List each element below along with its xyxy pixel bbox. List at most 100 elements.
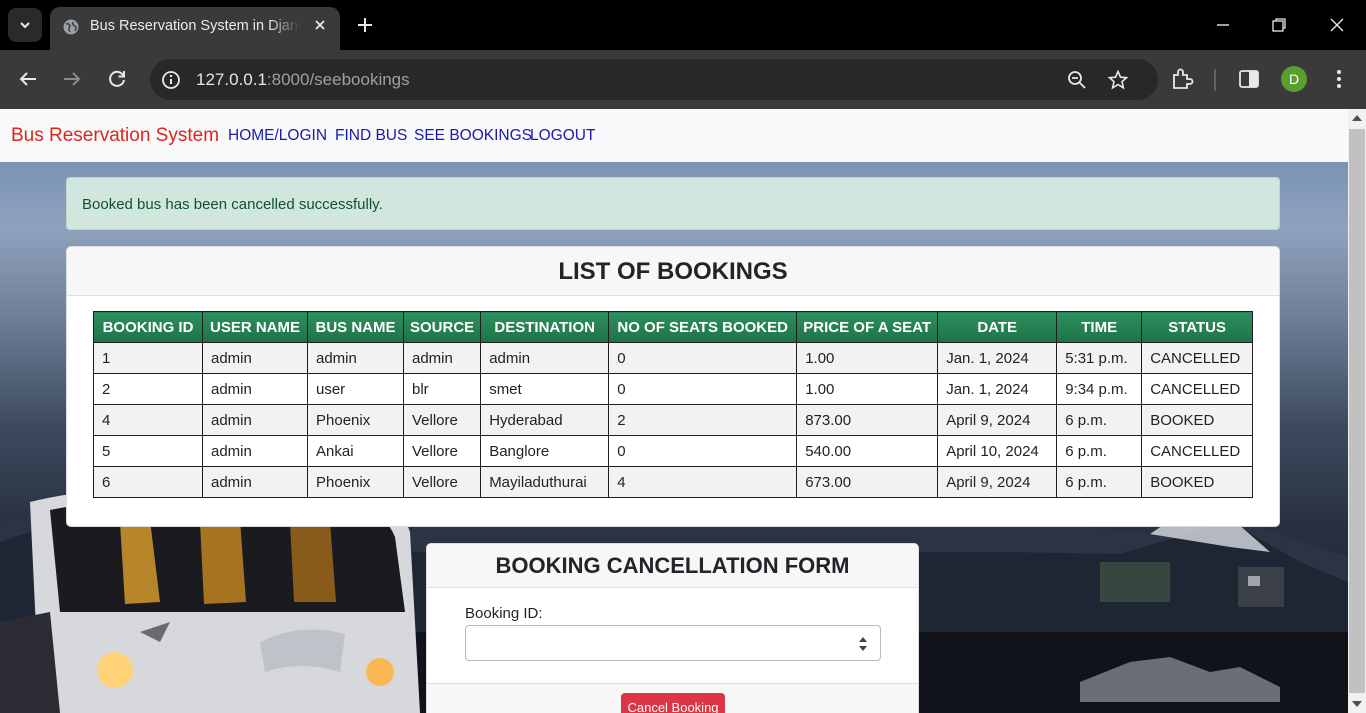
url-path: :8000/seebookings bbox=[266, 70, 410, 89]
scroll-down-arrow-icon[interactable] bbox=[1352, 701, 1362, 707]
browser-tab[interactable]: Bus Reservation System in Django bbox=[50, 7, 340, 50]
cell-booking-id: 1 bbox=[93, 342, 203, 374]
table-row: 2 admin user blr smet 0 1.00 Jan. 1, 202… bbox=[93, 373, 1253, 405]
cell-time: 6 p.m. bbox=[1056, 466, 1143, 498]
scrollbar-thumb[interactable] bbox=[1349, 129, 1365, 693]
cell-seats: 0 bbox=[608, 373, 798, 405]
minimize-icon[interactable] bbox=[1212, 14, 1234, 36]
back-arrow-icon[interactable] bbox=[16, 67, 40, 91]
cell-booking-id: 4 bbox=[93, 404, 203, 436]
cell-bus-name: user bbox=[307, 373, 404, 405]
column-header: PRICE OF A SEAT bbox=[796, 311, 939, 343]
page-scrollbar[interactable] bbox=[1348, 109, 1366, 713]
address-bar[interactable]: 127.0.0.1:8000/seebookings bbox=[150, 59, 1158, 100]
cell-seats: 2 bbox=[608, 404, 798, 436]
column-header: SOURCE bbox=[402, 311, 482, 343]
cell-source: Vellore bbox=[402, 435, 482, 467]
cell-status: CANCELLED bbox=[1141, 342, 1253, 374]
nav-link-find-bus[interactable]: FIND BUS bbox=[335, 127, 407, 145]
cell-source: Vellore bbox=[402, 466, 482, 498]
cell-user-name: admin bbox=[202, 435, 308, 467]
side-panel-icon[interactable] bbox=[1236, 66, 1262, 92]
cell-destination: admin bbox=[480, 342, 610, 374]
cell-destination: Hyderabad bbox=[480, 404, 610, 436]
cell-time: 5:31 p.m. bbox=[1056, 342, 1143, 374]
cell-status: CANCELLED bbox=[1141, 435, 1253, 467]
column-header: DESTINATION bbox=[480, 311, 610, 343]
cell-bus-name: Ankai bbox=[307, 435, 404, 467]
cancel-booking-button[interactable]: Cancel Booking bbox=[621, 693, 725, 713]
cell-time: 6 p.m. bbox=[1056, 435, 1143, 467]
cell-price: 673.00 bbox=[796, 466, 939, 498]
number-spinner-icon[interactable] bbox=[858, 634, 868, 654]
cell-booking-id: 6 bbox=[93, 466, 203, 498]
browser-toolbar: 127.0.0.1:8000/seebookings D bbox=[0, 50, 1366, 109]
cell-status: BOOKED bbox=[1141, 466, 1253, 498]
restore-icon[interactable] bbox=[1268, 14, 1290, 36]
table-row: 5 admin Ankai Vellore Banglore 0 540.00 … bbox=[93, 435, 1253, 467]
scroll-up-arrow-icon[interactable] bbox=[1352, 115, 1362, 121]
cell-user-name: admin bbox=[202, 373, 308, 405]
column-header: BOOKING ID bbox=[93, 311, 203, 343]
cell-destination: Banglore bbox=[480, 435, 610, 467]
cancellation-form-title: BOOKING CANCELLATION FORM bbox=[427, 544, 918, 588]
cell-user-name: admin bbox=[202, 466, 308, 498]
column-header: BUS NAME bbox=[307, 311, 404, 343]
cell-source: blr bbox=[402, 373, 482, 405]
forward-arrow-icon[interactable] bbox=[60, 67, 84, 91]
cell-source: admin bbox=[402, 342, 482, 374]
column-header: TIME bbox=[1056, 311, 1143, 343]
cell-seats: 4 bbox=[608, 466, 798, 498]
cell-bus-name: Phoenix bbox=[307, 466, 404, 498]
cell-source: Vellore bbox=[402, 404, 482, 436]
tab-search-button[interactable] bbox=[8, 8, 42, 42]
toolbar-separator bbox=[1214, 69, 1216, 91]
browser-tab-strip: Bus Reservation System in Django bbox=[0, 0, 1366, 50]
nav-link-logout[interactable]: LOGOUT bbox=[530, 127, 595, 145]
bookmark-star-icon[interactable] bbox=[1107, 69, 1129, 91]
cell-bus-name: admin bbox=[307, 342, 404, 374]
close-icon[interactable] bbox=[312, 17, 328, 33]
cell-price: 873.00 bbox=[796, 404, 939, 436]
cell-date: April 10, 2024 bbox=[937, 435, 1058, 467]
chevron-down-icon bbox=[20, 22, 30, 29]
cell-time: 6 p.m. bbox=[1056, 404, 1143, 436]
column-header: NO OF SEATS BOOKED bbox=[608, 311, 798, 343]
site-navbar: Bus Reservation System HOME/LOGIN FIND B… bbox=[0, 109, 1348, 162]
success-alert: Booked bus has been cancelled successful… bbox=[66, 177, 1280, 230]
nav-link-home-login[interactable]: HOME/LOGIN bbox=[228, 127, 327, 145]
brand-logo-text[interactable]: Bus Reservation System bbox=[11, 125, 219, 147]
nav-link-see-bookings[interactable]: SEE BOOKINGS bbox=[414, 127, 532, 145]
cell-date: Jan. 1, 2024 bbox=[937, 373, 1058, 405]
cell-date: April 9, 2024 bbox=[937, 466, 1058, 498]
zoom-icon[interactable] bbox=[1066, 69, 1088, 91]
column-header: DATE bbox=[937, 311, 1058, 343]
cell-date: Jan. 1, 2024 bbox=[937, 342, 1058, 374]
cell-destination: Mayiladuthurai bbox=[480, 466, 610, 498]
site-info-icon[interactable] bbox=[160, 69, 182, 91]
kebab-menu-icon[interactable] bbox=[1326, 66, 1352, 92]
globe-icon bbox=[63, 19, 79, 35]
cell-date: April 9, 2024 bbox=[937, 404, 1058, 436]
profile-avatar[interactable]: D bbox=[1281, 66, 1307, 92]
cell-price: 1.00 bbox=[796, 342, 939, 374]
window-close-icon[interactable] bbox=[1326, 14, 1348, 36]
tab-title: Bus Reservation System in Django bbox=[90, 18, 300, 34]
booking-id-label: Booking ID: bbox=[465, 605, 543, 622]
bookings-card: LIST OF BOOKINGS BOOKING ID USER NAME BU… bbox=[66, 246, 1280, 527]
new-tab-icon[interactable] bbox=[354, 14, 376, 36]
reload-icon[interactable] bbox=[105, 67, 129, 91]
cell-status: BOOKED bbox=[1141, 404, 1253, 436]
cell-seats: 0 bbox=[608, 342, 798, 374]
url-text: 127.0.0.1:8000/seebookings bbox=[196, 70, 410, 90]
booking-id-input[interactable] bbox=[465, 625, 881, 661]
extensions-puzzle-icon[interactable] bbox=[1169, 66, 1195, 92]
column-header: STATUS bbox=[1141, 311, 1253, 343]
cell-user-name: admin bbox=[202, 404, 308, 436]
bookings-table: BOOKING ID USER NAME BUS NAME SOURCE DES… bbox=[93, 311, 1253, 498]
alert-message: Booked bus has been cancelled successful… bbox=[82, 196, 383, 213]
cell-bus-name: Phoenix bbox=[307, 404, 404, 436]
cell-booking-id: 2 bbox=[93, 373, 203, 405]
cell-destination: smet bbox=[480, 373, 610, 405]
cell-user-name: admin bbox=[202, 342, 308, 374]
